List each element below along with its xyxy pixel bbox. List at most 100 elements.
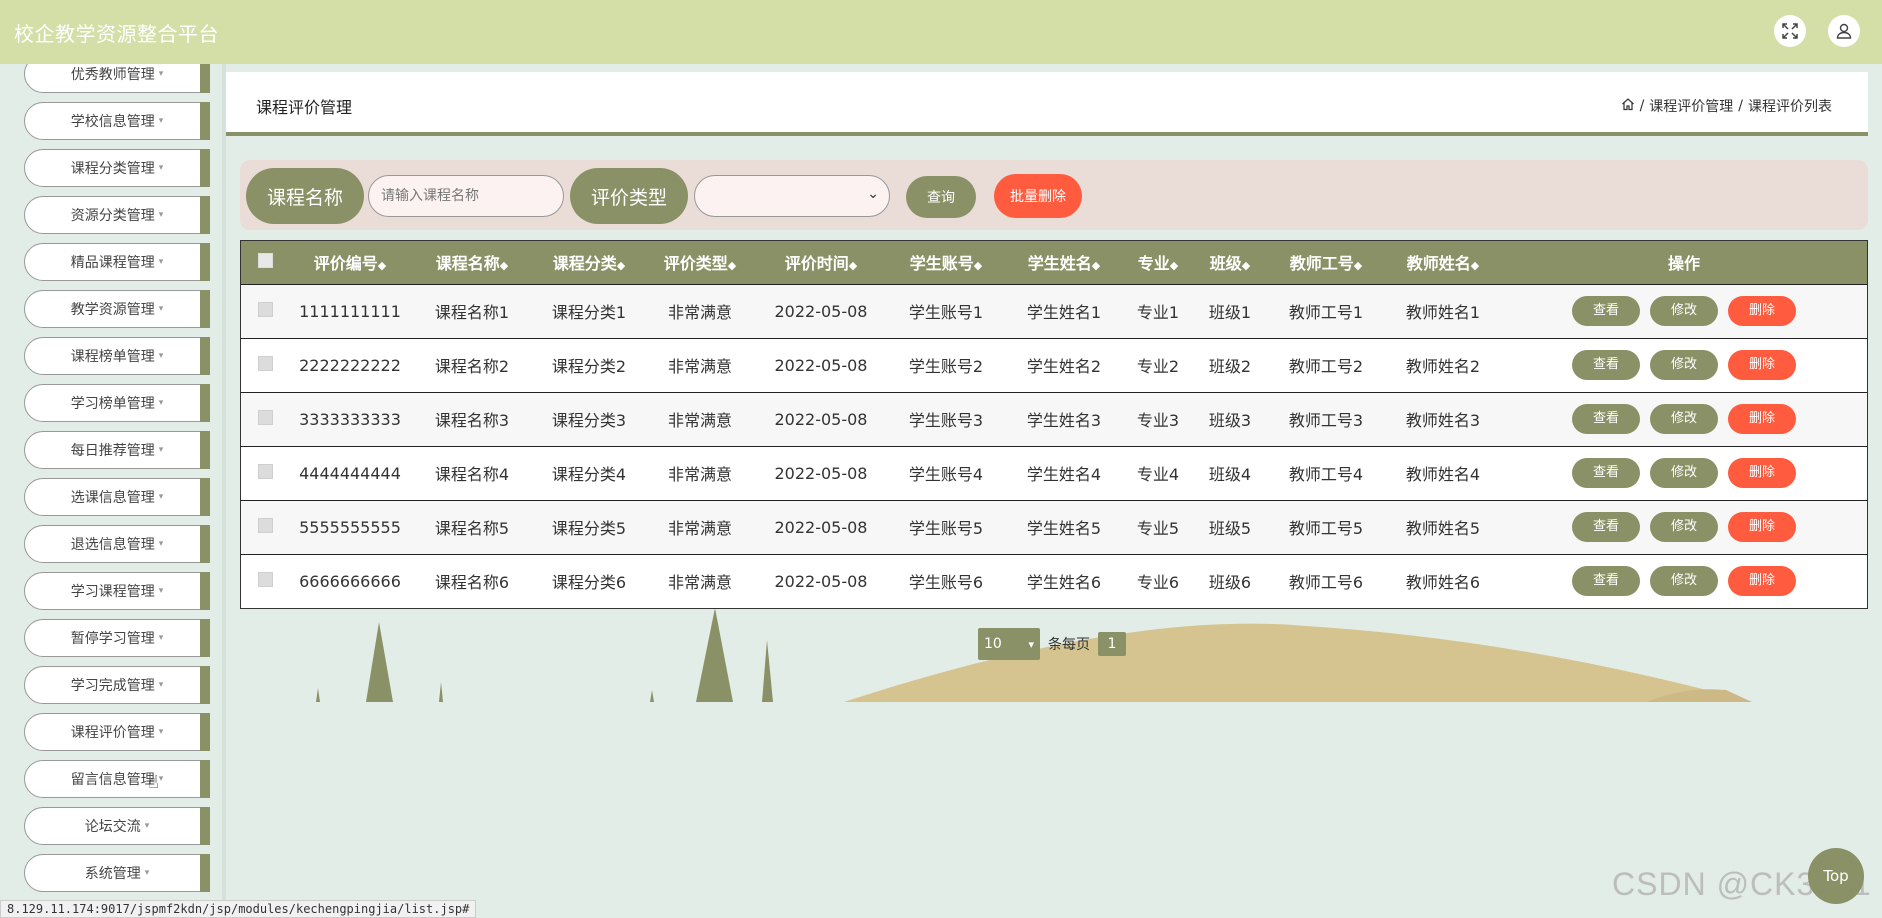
sort-icon[interactable]: ◆ xyxy=(1354,259,1362,272)
delete-button[interactable]: 删除 xyxy=(1728,350,1796,380)
row-checkbox[interactable] xyxy=(257,355,273,371)
sort-icon[interactable]: ◆ xyxy=(1242,259,1250,272)
sidebar-item[interactable]: 留言信息管理 ▾ xyxy=(24,760,210,798)
table-cell: 课程分类1 xyxy=(551,303,627,322)
view-button[interactable]: 查看 xyxy=(1572,566,1640,597)
page-size-select[interactable]: 10 ▾ xyxy=(978,628,1040,660)
sort-icon[interactable]: ◆ xyxy=(1170,259,1178,272)
sidebar-item-accent xyxy=(200,854,210,892)
breadcrumb-level1[interactable]: 课程评价管理 xyxy=(1649,96,1733,116)
sidebar-item[interactable]: 课程分类管理 ▾ xyxy=(24,149,210,187)
batch-delete-button[interactable]: 批量删除 xyxy=(994,174,1082,218)
column-header[interactable]: 学生账号◆ xyxy=(887,241,1005,284)
view-button[interactable]: 查看 xyxy=(1572,458,1640,488)
top-bar: 校企教学资源整合平台 xyxy=(0,0,1882,64)
column-header[interactable]: 评价类型◆ xyxy=(645,241,755,284)
column-header[interactable]: 班级◆ xyxy=(1193,241,1267,284)
edit-button[interactable]: 修改 xyxy=(1650,458,1718,488)
sidebar-item[interactable]: 课程榜单管理 ▾ xyxy=(24,337,210,375)
sidebar-item[interactable]: 课程评价管理 ▾ xyxy=(24,713,210,751)
row-checkbox[interactable] xyxy=(257,463,273,479)
row-checkbox[interactable] xyxy=(257,571,273,587)
sidebar-item[interactable]: 论坛交流 ▾ xyxy=(24,807,210,845)
column-header[interactable]: 评价编号◆ xyxy=(289,241,411,284)
query-button[interactable]: 查询 xyxy=(906,176,976,218)
sort-icon[interactable]: ◆ xyxy=(378,259,386,272)
sort-icon[interactable]: ◆ xyxy=(974,259,982,272)
view-button[interactable]: 查看 xyxy=(1572,512,1640,542)
table-cell: 学生账号5 xyxy=(908,519,984,538)
delete-button[interactable]: 删除 xyxy=(1728,458,1796,488)
sidebar-item[interactable]: 系统管理 ▾ xyxy=(24,854,210,892)
table-cell: 专业5 xyxy=(1136,519,1180,538)
row-checkbox[interactable] xyxy=(257,301,273,317)
chevron-down-icon: ▾ xyxy=(158,539,164,549)
sort-icon[interactable]: ◆ xyxy=(617,259,625,272)
table-cell: 专业6 xyxy=(1136,573,1180,593)
sidebar-item-accent xyxy=(200,102,210,140)
column-header[interactable]: 专业◆ xyxy=(1123,241,1193,284)
expand-icon-glyph xyxy=(1782,23,1798,39)
edit-button[interactable]: 修改 xyxy=(1650,350,1718,380)
sidebar-item[interactable]: 精品课程管理 ▾ xyxy=(24,243,210,281)
sidebar-item[interactable]: 选课信息管理 ▾ xyxy=(24,478,210,516)
column-header[interactable]: 评价时间◆ xyxy=(755,241,887,284)
page-size-value: 10 xyxy=(984,636,1002,652)
delete-button[interactable]: 删除 xyxy=(1728,512,1796,542)
home-icon[interactable] xyxy=(1621,97,1635,115)
table-cell: 教师工号4 xyxy=(1288,465,1364,484)
sort-icon[interactable]: ◆ xyxy=(1092,259,1100,272)
column-header[interactable]: 课程名称◆ xyxy=(411,241,533,284)
sidebar-item[interactable]: 暂停学习管理 ▾ xyxy=(24,619,210,657)
view-button[interactable]: 查看 xyxy=(1572,350,1640,380)
sort-icon[interactable]: ◆ xyxy=(728,259,736,272)
table-cell: 非常满意 xyxy=(667,411,732,430)
column-header[interactable]: 教师姓名◆ xyxy=(1385,241,1501,284)
edit-button[interactable]: 修改 xyxy=(1650,404,1718,434)
edit-button[interactable]: 修改 xyxy=(1650,512,1718,542)
table-cell: 2022-05-08 xyxy=(774,517,868,537)
course-name-input[interactable] xyxy=(368,175,564,217)
chevron-down-icon: ▾ xyxy=(158,116,164,126)
sidebar-item-label: 课程榜单管理 xyxy=(70,349,155,365)
row-actions: 查看 修改 删除 xyxy=(1501,446,1867,500)
sidebar-item[interactable]: 优秀教师管理 ▾ xyxy=(24,64,210,93)
chevron-down-icon: ⌄ xyxy=(867,186,879,202)
delete-button[interactable]: 删除 xyxy=(1728,404,1796,434)
view-button[interactable]: 查看 xyxy=(1572,404,1640,434)
page-number-current[interactable]: 1 xyxy=(1098,632,1126,656)
sidebar-item[interactable]: 每日推荐管理 ▾ xyxy=(24,431,210,469)
back-to-top-button[interactable]: Top xyxy=(1808,848,1864,904)
sort-icon[interactable]: ◆ xyxy=(849,259,857,272)
sidebar-item[interactable]: 学习完成管理 ▾ xyxy=(24,666,210,704)
column-header[interactable]: 学生姓名◆ xyxy=(1005,241,1123,284)
table-cell: 专业3 xyxy=(1136,411,1180,430)
rating-type-select[interactable]: ⌄ xyxy=(694,175,890,217)
sidebar-item[interactable]: 学校信息管理 ▾ xyxy=(24,102,210,140)
sidebar-item[interactable]: 学习榜单管理 ▾ xyxy=(24,384,210,422)
sort-icon[interactable]: ◆ xyxy=(500,259,508,272)
select-all-checkbox[interactable] xyxy=(257,252,273,268)
sidebar-item[interactable]: 退选信息管理 ▾ xyxy=(24,525,210,563)
sidebar-item[interactable]: 资源分类管理 ▾ xyxy=(24,196,210,234)
column-header-label: 班级 xyxy=(1209,254,1242,274)
row-checkbox[interactable] xyxy=(257,517,273,533)
column-header[interactable]: 课程分类◆ xyxy=(533,241,645,284)
table-cell: 班级1 xyxy=(1208,303,1252,322)
user-icon[interactable] xyxy=(1828,15,1860,47)
chevron-down-icon: ▾ xyxy=(158,727,164,737)
view-button[interactable]: 查看 xyxy=(1572,296,1640,326)
sidebar-item[interactable]: 教学资源管理 ▾ xyxy=(24,290,210,328)
row-actions: 查看 修改 删除 xyxy=(1501,500,1867,554)
delete-button[interactable]: 删除 xyxy=(1728,566,1796,597)
table-cell: 教师工号2 xyxy=(1288,357,1364,376)
sidebar-item[interactable]: 学习课程管理 ▾ xyxy=(24,572,210,610)
column-header[interactable]: 教师工号◆ xyxy=(1267,241,1385,284)
sort-icon[interactable]: ◆ xyxy=(1471,259,1479,272)
edit-button[interactable]: 修改 xyxy=(1650,566,1718,597)
row-checkbox[interactable] xyxy=(257,409,273,425)
delete-button[interactable]: 删除 xyxy=(1728,296,1796,326)
expand-icon[interactable] xyxy=(1774,15,1806,47)
edit-button[interactable]: 修改 xyxy=(1650,296,1718,326)
sidebar: 优秀教师管理 ▾ 学校信息管理 ▾ 课程分类管理 ▾ 资源分类管理 ▾ 精品课程管理 ▾ 教学资源管… xyxy=(0,64,226,918)
